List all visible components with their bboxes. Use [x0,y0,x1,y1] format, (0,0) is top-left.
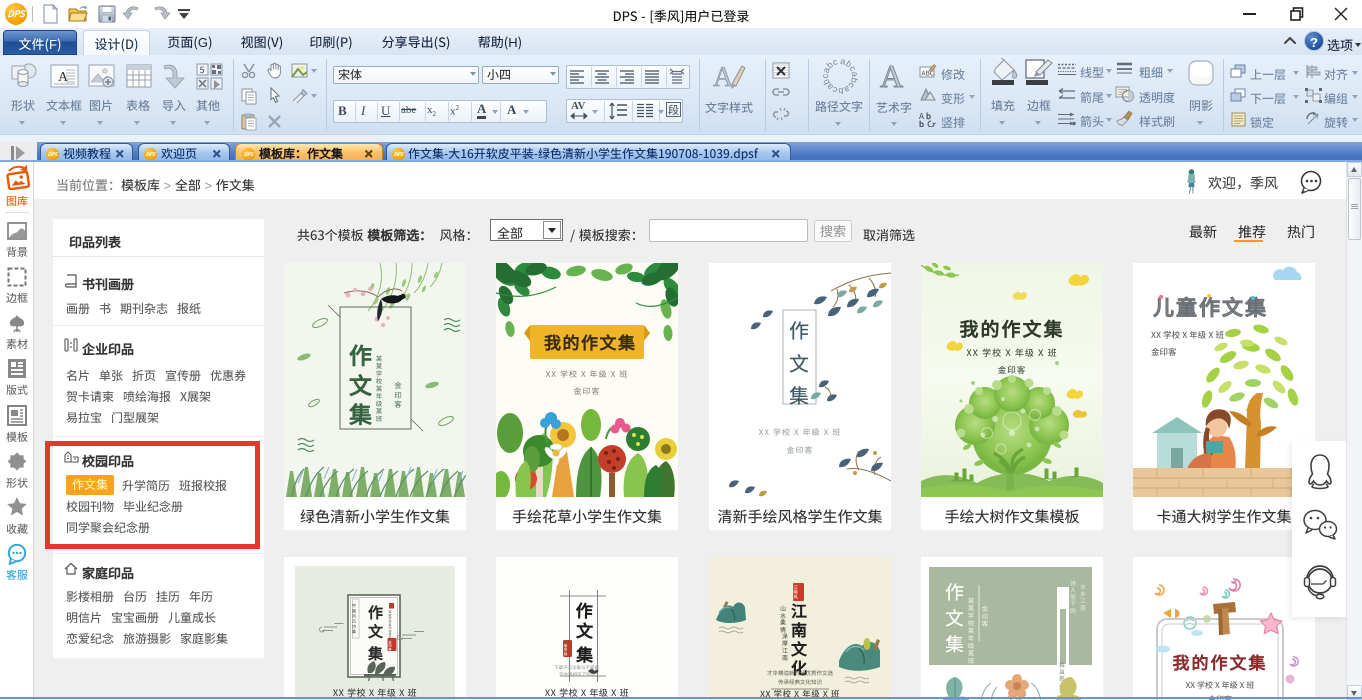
svg-text:金印客: 金印客 [998,364,1027,376]
svg-text:XX 学校 X 年级 X 班: XX 学校 X 年级 X 班 [966,346,1057,359]
svg-text:传承经典文化知识: 传承经典文化知识 [778,678,823,686]
svg-text:作: 作 [349,337,372,371]
svg-text:XX 学校 X 年级 X 班: XX 学校 X 年级 X 班 [1186,680,1255,691]
svg-text:集: 集 [575,641,595,667]
svg-text:作: 作 [945,578,964,605]
svg-text:作: 作 [368,602,383,623]
svg-text:金印客: 金印客 [574,386,601,397]
svg-text:集: 集 [945,630,964,657]
svg-text:山水柔情: 山水柔情 [779,605,788,633]
svg-text:甲岁月: 甲岁月 [563,643,569,656]
svg-text:金印客: 金印客 [1151,346,1177,358]
svg-text:XX 学校 X 年级 X 班: XX 学校 X 年级 X 班 [1151,329,1225,341]
svg-text:不会再相见了珍惜: 不会再相见了珍惜 [559,672,595,678]
svg-text:水乡江南: 水乡江南 [1079,583,1088,611]
svg-text:金印客: 金印客 [393,381,404,410]
svg-text:集: 集 [367,643,384,664]
svg-text:b: b [926,111,931,122]
svg-text:诗人笔下的: 诗人笔下的 [1069,579,1078,614]
svg-text:b: b [919,119,924,127]
svg-text:文: 文 [576,617,595,643]
svg-text:某某学校某年级某班: 某某学校某年级某班 [374,355,384,423]
svg-text:集: 集 [348,396,373,430]
svg-text:A: A [713,62,734,92]
svg-text:我的作文集: 我的作文集 [959,315,1064,342]
svg-text:泽厚江南: 泽厚江南 [781,633,790,661]
svg-text:中国风古诗集: 中国风古诗集 [351,603,357,634]
svg-text:作: 作 [789,315,809,344]
svg-text:XX 学校 X 年级 X 班: XX 学校 X 年级 X 班 [759,427,842,438]
svg-text:XX 学校 X 年级 X 班: XX 学校 X 年级 X 班 [546,369,629,380]
svg-text:金印客: 金印客 [980,605,990,628]
svg-text:我的作文集: 我的作文集 [1173,649,1268,674]
svg-text:A: A [880,58,903,92]
svg-text:5: 5 [200,63,205,76]
svg-text:才华横溢新时代优秀作文选: 才华横溢新时代优秀作文选 [767,669,834,677]
svg-text:文: 文 [945,604,964,631]
svg-text:我的作文集: 我的作文集 [544,329,637,354]
svg-text:金印客: 金印客 [387,641,392,652]
svg-text:文: 文 [789,348,809,377]
svg-text:abcabcabcabcabc: abcabcabcabcabc [822,58,858,94]
svg-text:金印客: 金印客 [787,445,814,456]
svg-text:A: A [58,70,69,85]
svg-text:文: 文 [368,621,384,642]
svg-text:集: 集 [789,380,809,409]
svg-text:某某学校某年级某班: 某某学校某年级某班 [966,597,976,665]
